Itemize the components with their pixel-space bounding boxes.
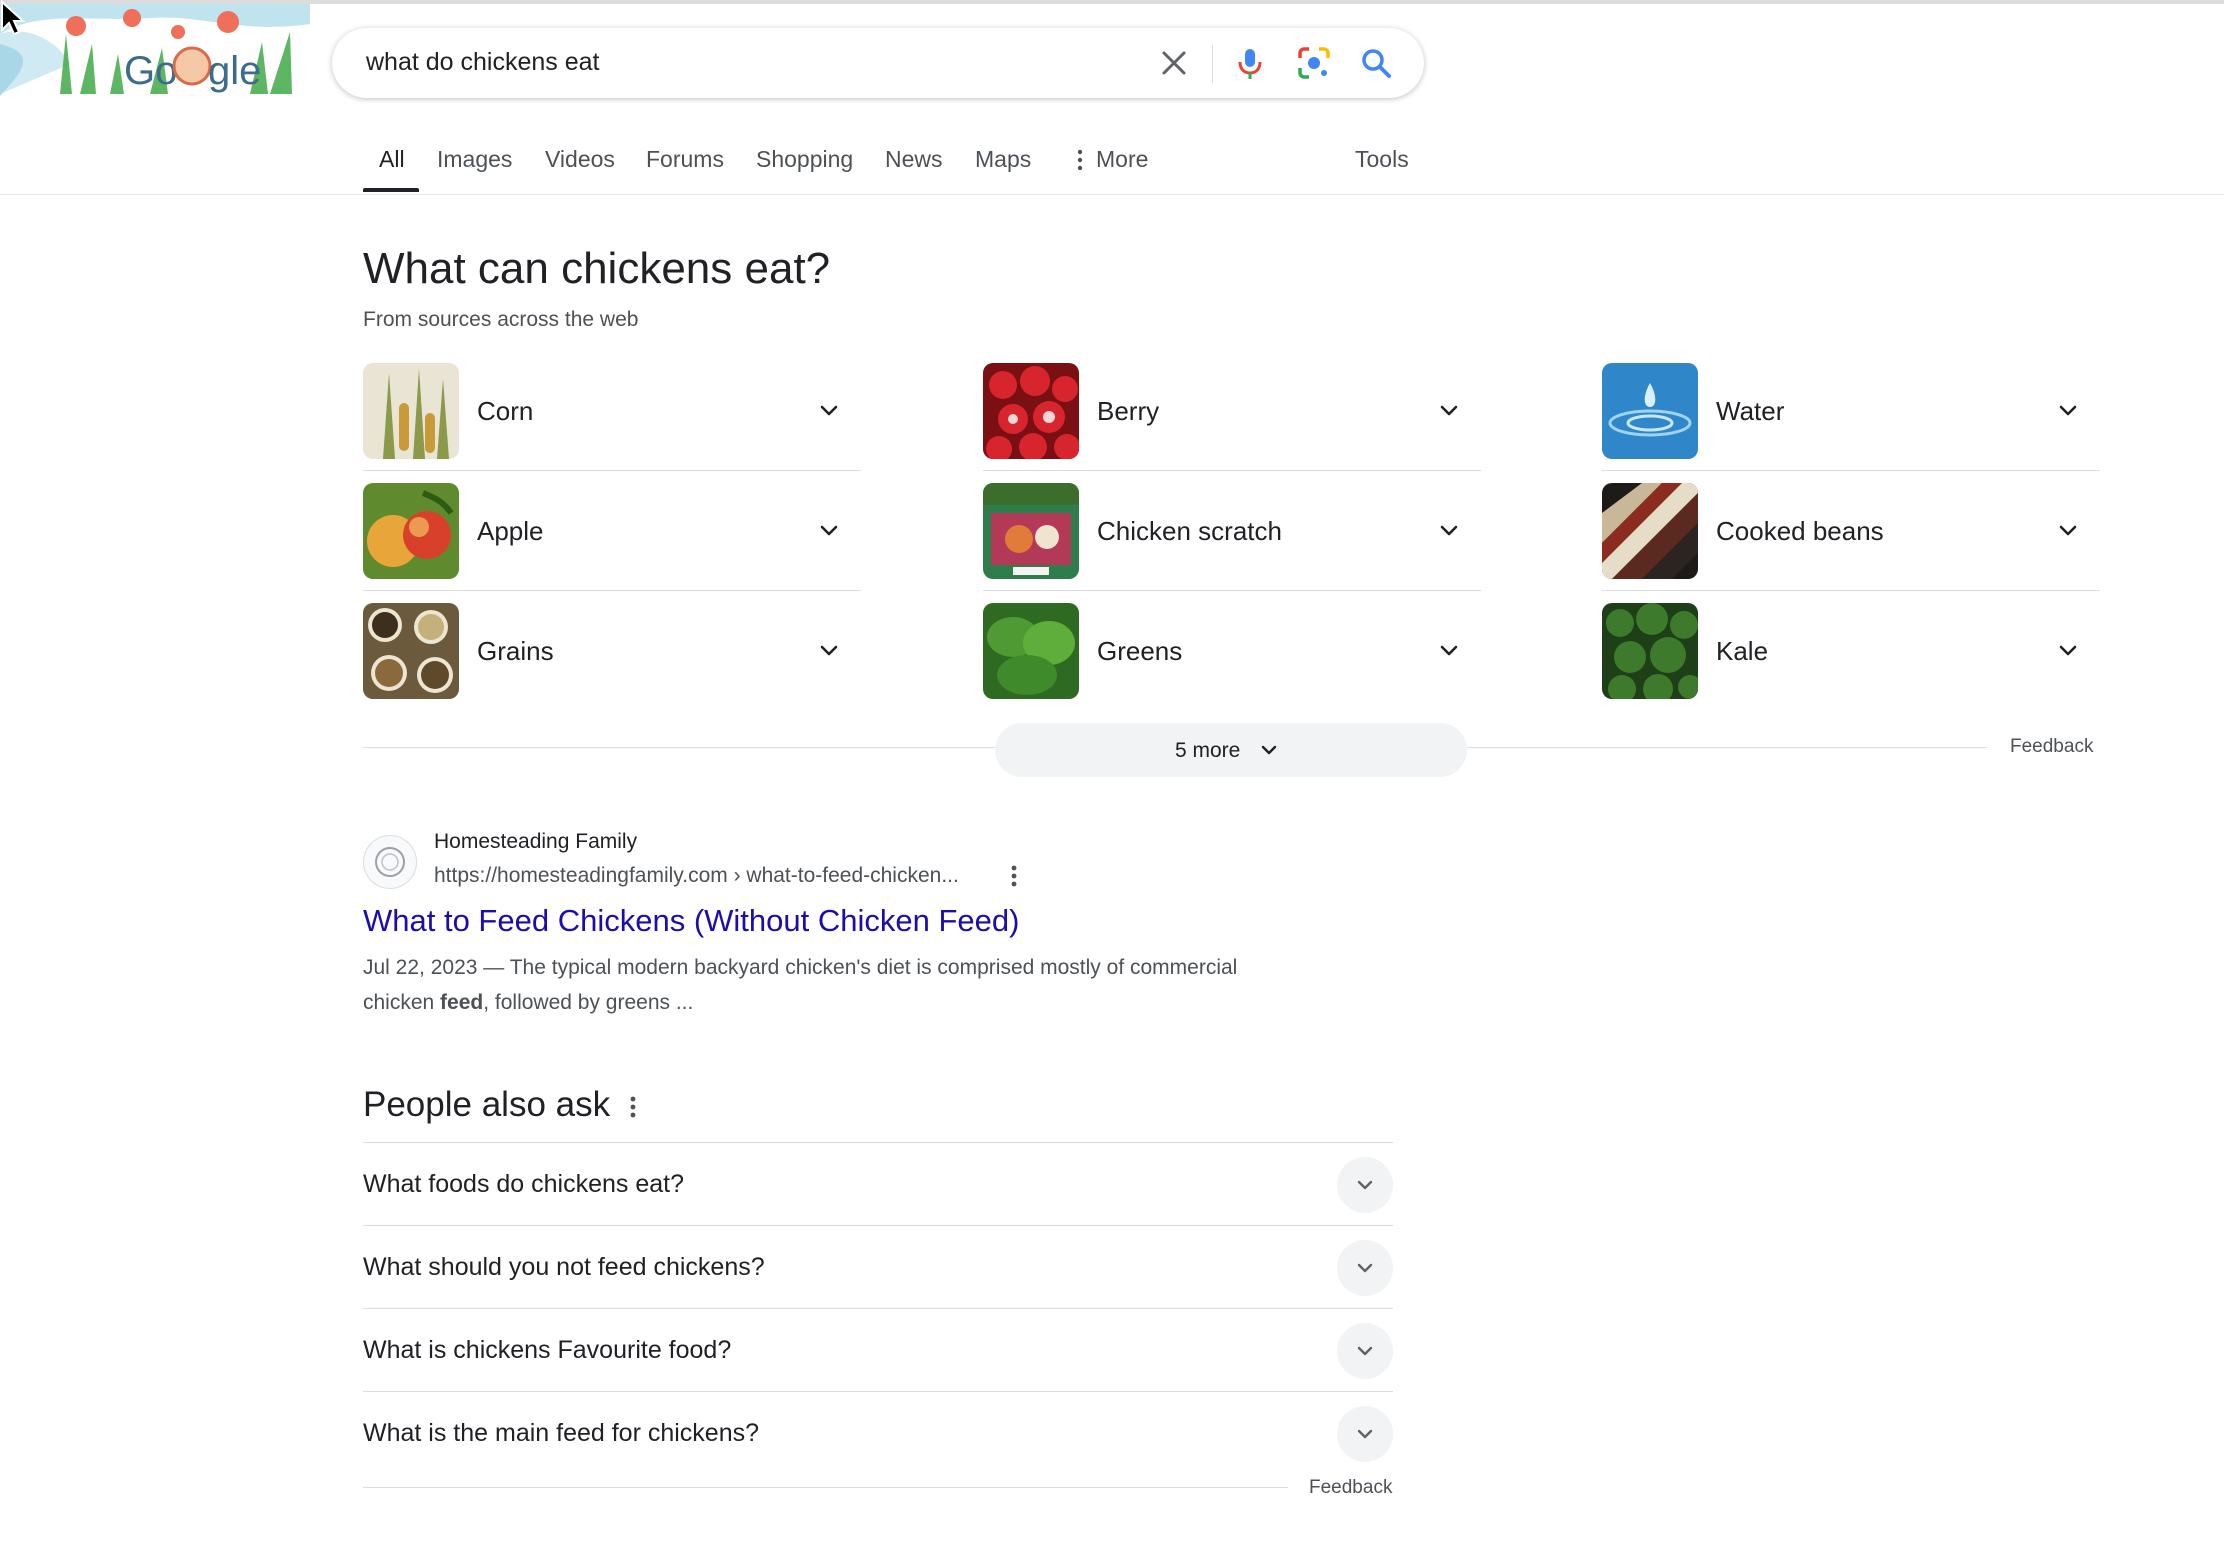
vertical-dots-icon <box>1074 148 1086 177</box>
show-more-button[interactable]: 5 more <box>995 723 1467 777</box>
result-snippet: Jul 22, 2023 — The typical modern backya… <box>363 950 1303 1020</box>
chevron-down-icon[interactable] <box>1337 1157 1393 1213</box>
food-item-berry[interactable]: Berry <box>983 363 1481 471</box>
mouse-cursor-icon <box>0 0 28 45</box>
result-date: Jul 22, 2023 <box>363 956 478 979</box>
food-item-label: Grains <box>477 636 554 666</box>
chevron-down-icon[interactable] <box>815 637 843 665</box>
paa-divider <box>363 1487 1288 1488</box>
apple-thumbnail <box>363 483 459 579</box>
active-tab-indicator <box>363 188 419 192</box>
kale-thumbnail <box>1602 603 1698 699</box>
paa-question-text: What is chickens Favourite food? <box>363 1336 732 1364</box>
paa-question[interactable]: What is the main feed for chickens? <box>363 1391 1393 1475</box>
google-doodle-logo[interactable]: Go gle <box>0 4 310 128</box>
site-favicon[interactable] <box>363 835 417 889</box>
search-input[interactable]: what do chickens eat <box>366 48 599 77</box>
chevron-down-icon[interactable] <box>2054 517 2082 545</box>
food-item-apple[interactable]: Apple <box>363 483 861 591</box>
grains-thumbnail <box>363 603 459 699</box>
search-box[interactable]: what do chickens eat <box>332 28 1424 98</box>
berry-thumbnail <box>983 363 1079 459</box>
close-icon[interactable] <box>1156 45 1192 81</box>
item-divider <box>983 590 1481 591</box>
snippet-text: , followed by greens ... <box>483 991 694 1014</box>
paa-question[interactable]: What foods do chickens eat? <box>363 1142 1393 1226</box>
tabs-divider <box>0 194 2224 195</box>
chevron-down-icon[interactable] <box>815 397 843 425</box>
chevron-down-icon[interactable] <box>1435 517 1463 545</box>
food-item-greens[interactable]: Greens <box>983 603 1481 699</box>
chevron-down-icon[interactable] <box>1337 1240 1393 1296</box>
chevron-down-icon[interactable] <box>2054 637 2082 665</box>
chicken-scratch-thumbnail <box>983 483 1079 579</box>
feedback-link[interactable]: Feedback <box>2010 736 2093 758</box>
result-title-link[interactable]: What to Feed Chickens (Without Chicken F… <box>363 903 1019 939</box>
greens-thumbnail <box>983 603 1079 699</box>
snippet-bold: feed <box>440 991 484 1014</box>
chevron-down-icon[interactable] <box>1337 1406 1393 1462</box>
people-also-ask-heading: People also ask <box>363 1085 611 1124</box>
paa-question-text: What should you not feed chickens? <box>363 1253 765 1281</box>
chevron-down-icon[interactable] <box>2054 397 2082 425</box>
food-item-cooked-beans[interactable]: Cooked beans <box>1602 483 2100 591</box>
food-item-corn[interactable]: Corn <box>363 363 861 471</box>
feedback-link[interactable]: Feedback <box>1309 1477 1392 1499</box>
food-item-label: Water <box>1716 396 1785 426</box>
cooked-beans-thumbnail <box>1602 483 1698 579</box>
food-item-water[interactable]: Water <box>1602 363 2100 471</box>
item-divider <box>983 470 1481 471</box>
food-item-label: Greens <box>1097 636 1183 666</box>
paa-question[interactable]: What is chickens Favourite food? <box>363 1308 1393 1392</box>
item-divider <box>363 470 861 471</box>
tab-news[interactable]: News <box>885 146 943 173</box>
tab-forums[interactable]: Forums <box>646 146 724 173</box>
result-url[interactable]: https://homesteadingfamily.com › what-to… <box>434 864 959 888</box>
tab-videos[interactable]: Videos <box>545 146 615 173</box>
food-item-label: Apple <box>477 516 544 546</box>
more-divider-right <box>1467 747 1987 748</box>
camera-lens-icon[interactable] <box>1296 45 1332 81</box>
chevron-down-icon[interactable] <box>815 517 843 545</box>
show-more-label: 5 more <box>1175 739 1241 762</box>
search-icon[interactable] <box>1358 45 1394 81</box>
tab-images[interactable]: Images <box>437 146 512 173</box>
item-divider <box>363 590 861 591</box>
vertical-dots-icon[interactable] <box>1008 863 1020 889</box>
food-item-label: Chicken scratch <box>1097 516 1282 546</box>
food-item-label: Berry <box>1097 396 1160 426</box>
food-item-label: Corn <box>477 396 534 426</box>
corn-thumbnail <box>363 363 459 459</box>
svg-text:Go: Go <box>124 49 177 93</box>
food-item-label: Cooked beans <box>1716 516 1884 546</box>
tools-button[interactable]: Tools <box>1355 146 1409 173</box>
top-border <box>0 0 2224 4</box>
food-item-grains[interactable]: Grains <box>363 603 861 699</box>
more-divider-left <box>363 747 995 748</box>
item-divider <box>1602 470 2100 471</box>
food-item-kale[interactable]: Kale <box>1602 603 2100 699</box>
microphone-icon[interactable] <box>1232 45 1268 81</box>
chevron-down-icon[interactable] <box>1435 397 1463 425</box>
paa-question-text: What foods do chickens eat? <box>363 1170 685 1198</box>
food-item-label: Kale <box>1716 636 1769 666</box>
vertical-dots-icon[interactable] <box>627 1094 639 1120</box>
foods-panel-title: What can chickens eat? <box>363 244 831 293</box>
item-divider <box>1602 590 2100 591</box>
paa-question[interactable]: What should you not feed chickens? <box>363 1225 1393 1309</box>
tab-maps[interactable]: Maps <box>975 146 1031 173</box>
water-thumbnail <box>1602 363 1698 459</box>
chevron-down-icon <box>1257 738 1281 762</box>
chevron-down-icon[interactable] <box>1435 637 1463 665</box>
food-item-chicken-scratch[interactable]: Chicken scratch <box>983 483 1481 591</box>
svg-text:gle: gle <box>208 49 261 93</box>
tab-all[interactable]: All <box>379 146 405 173</box>
search-divider <box>1212 45 1213 83</box>
tab-shopping[interactable]: Shopping <box>756 146 853 173</box>
chevron-down-icon[interactable] <box>1337 1323 1393 1379</box>
paa-question-text: What is the main feed for chickens? <box>363 1419 760 1447</box>
result-site-name[interactable]: Homesteading Family <box>434 830 637 854</box>
tab-more[interactable]: More <box>1096 146 1148 173</box>
foods-panel-subtitle: From sources across the web <box>363 308 639 331</box>
